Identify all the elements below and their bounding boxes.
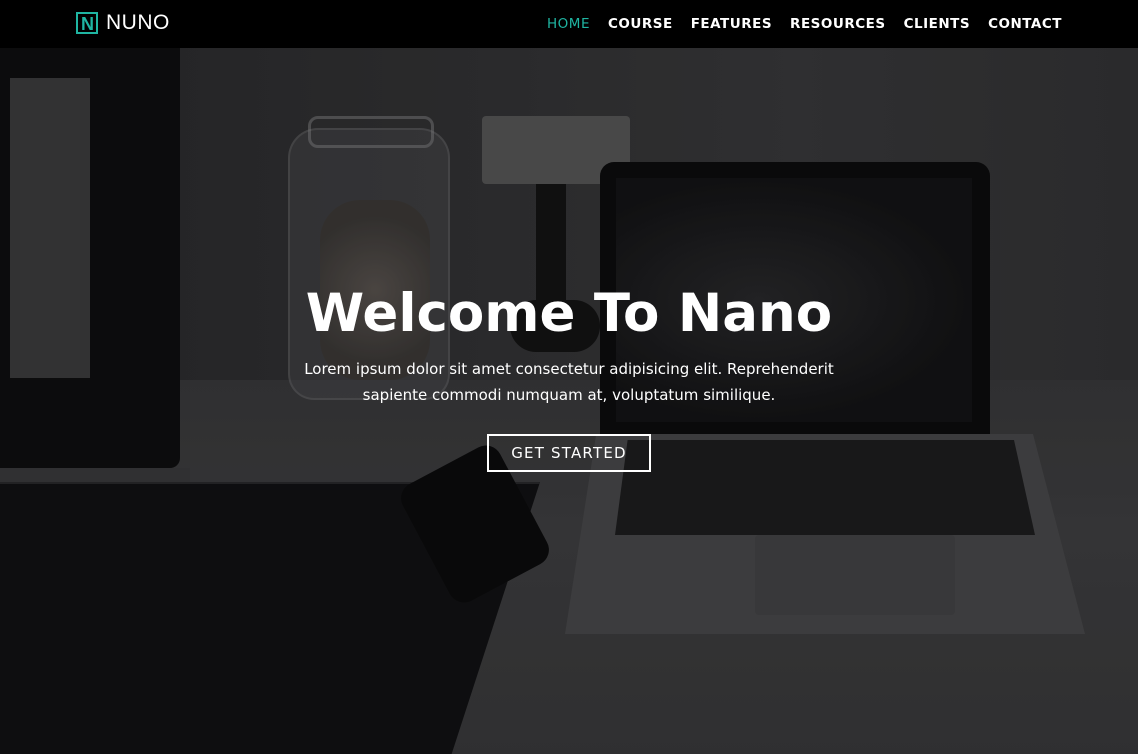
hero-subtitle: Lorem ipsum dolor sit amet consectetur a… [304, 360, 834, 404]
navbar: N NUNO HOME COURSE FEATURES RESOURCES CL… [0, 0, 1138, 48]
nav-item-contact[interactable]: CONTACT [988, 16, 1062, 32]
nav-item-clients[interactable]: CLIENTS [904, 16, 971, 32]
nav-item-features[interactable]: FEATURES [691, 16, 772, 32]
nav-item-resources[interactable]: RESOURCES [790, 16, 886, 32]
logo-icon: N [76, 12, 98, 34]
main-nav: HOME COURSE FEATURES RESOURCES CLIENTS C… [529, 0, 1062, 48]
nav-item-course[interactable]: COURSE [608, 16, 673, 32]
nav-item-home[interactable]: HOME [547, 16, 590, 32]
brand-logo[interactable]: N NUNO [76, 10, 170, 36]
get-started-button[interactable]: GET STARTED [487, 434, 651, 472]
hero-content: Welcome To Nano Lorem ipsum dolor sit am… [0, 280, 1138, 472]
hero-title: Welcome To Nano [305, 283, 833, 344]
brand-name: NUNO [106, 11, 170, 34]
